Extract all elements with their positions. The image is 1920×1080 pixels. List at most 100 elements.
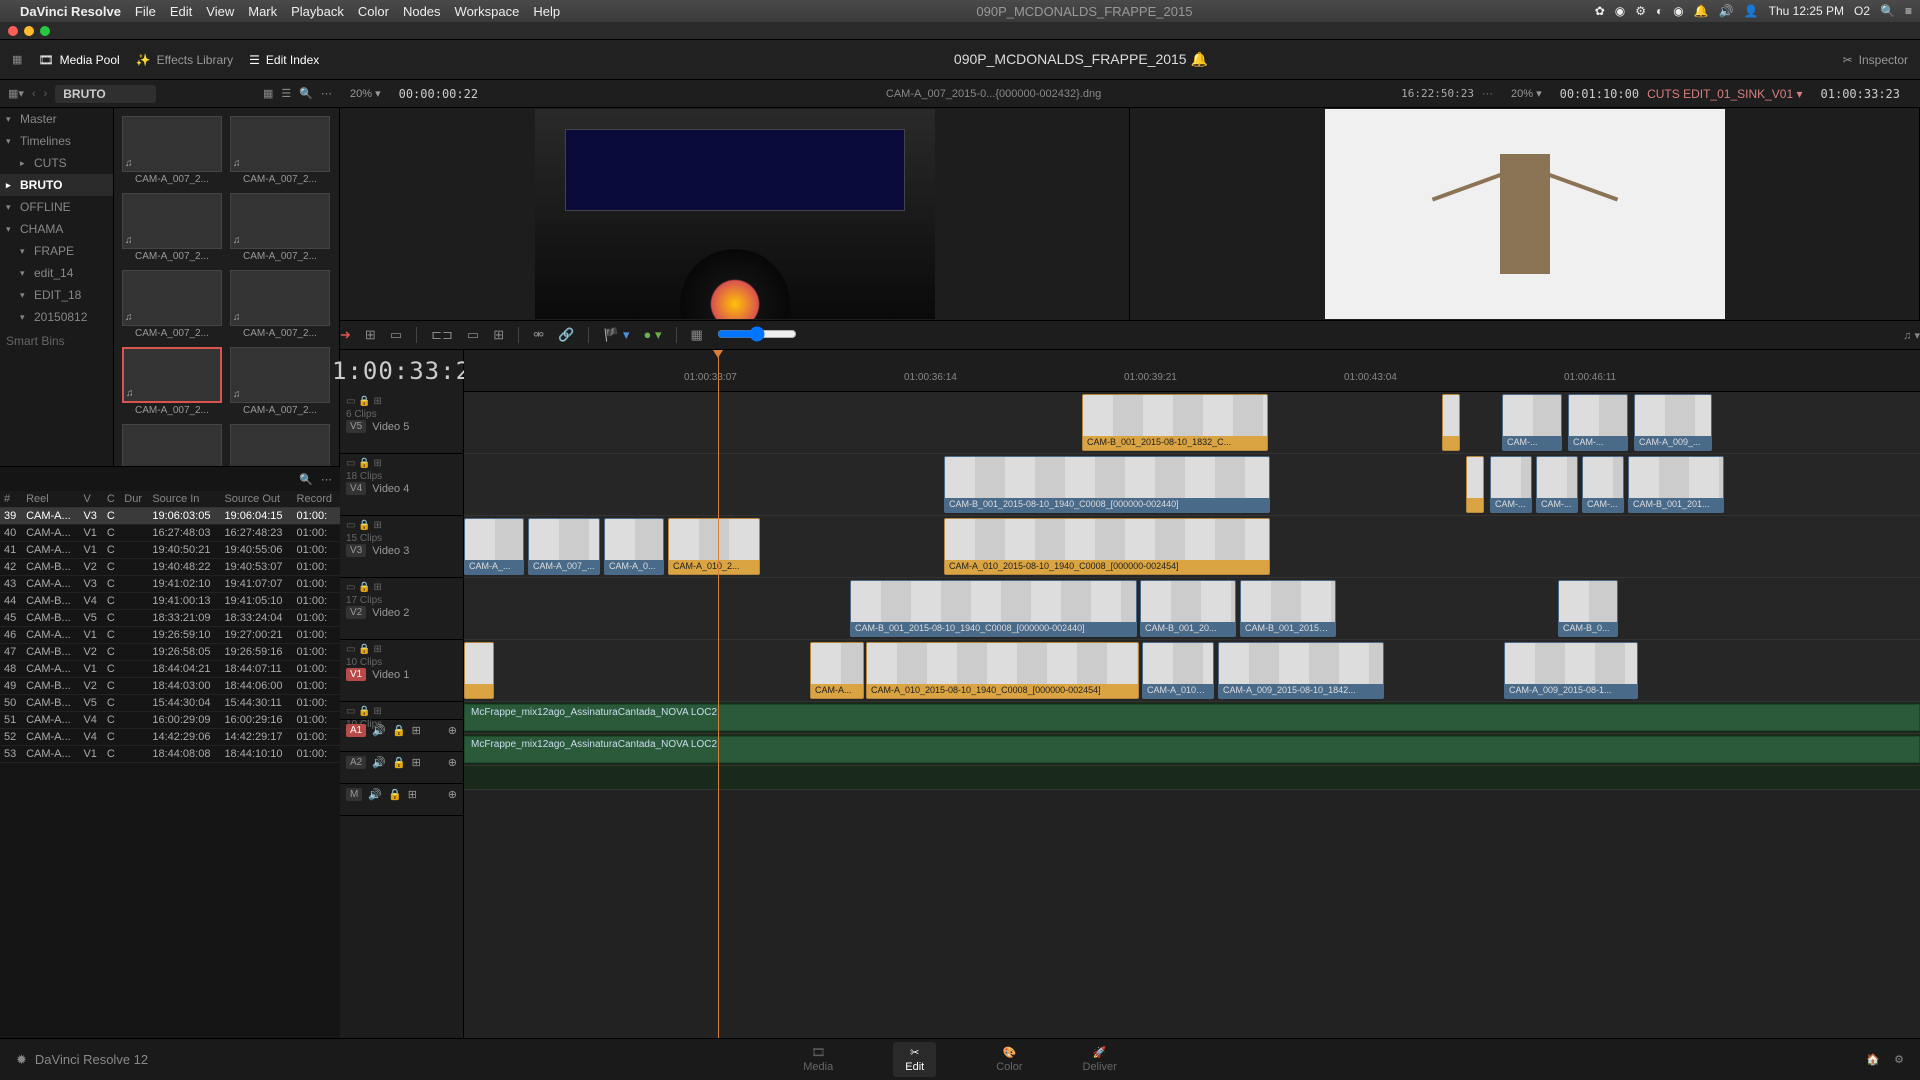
more-icon[interactable]: ⋯ (1474, 87, 1501, 100)
status-icon[interactable]: ◉ (1615, 4, 1625, 18)
edit-index-row[interactable]: 43CAM-A...V3C19:41:02:1019:41:07:0701:00… (0, 576, 340, 593)
edit-index-row[interactable]: 51CAM-A...V4C16:00:29:0916:00:29:1601:00… (0, 712, 340, 729)
user-icon[interactable]: 👤 (1744, 4, 1759, 18)
timeline-clip[interactable]: CAM-... (1502, 394, 1562, 451)
menu-icon[interactable]: ≡ (1905, 4, 1912, 18)
timeline-clip[interactable]: CAM-A_010_2... (668, 518, 760, 575)
replace-icon[interactable]: ⊞ (493, 327, 504, 343)
menu-mark[interactable]: Mark (248, 4, 277, 19)
status-icon[interactable]: ⚙ (1635, 4, 1646, 18)
media-thumb[interactable]: CAM-A_007_2... (230, 347, 330, 416)
edit-index-row[interactable]: 50CAM-B...V5C15:44:30:0415:44:30:1101:00… (0, 695, 340, 712)
track-header[interactable]: ▭ 🔒 ⊞18 ClipsV4Video 4 (340, 454, 463, 516)
status-icon[interactable]: ◉ (1673, 4, 1683, 18)
timeline-clip[interactable]: CAM-... (1536, 456, 1578, 513)
track-header[interactable]: ▭ 🔒 ⊞17 ClipsV2Video 2 (340, 578, 463, 640)
media-thumb[interactable]: CAM-A_007_2... (122, 193, 222, 262)
zoom-left[interactable]: 20% ▾ (340, 87, 391, 100)
edit-index-row[interactable]: 42CAM-B...V2C19:40:48:2219:40:53:0701:00… (0, 559, 340, 576)
page-deliver[interactable]: 🚀Deliver (1083, 1046, 1117, 1073)
edit-index-button[interactable]: ☰ Edit Index (249, 53, 319, 67)
track-header[interactable]: ▭ 🔒 ⊞6 ClipsV5Video 5 (340, 392, 463, 454)
source-viewer[interactable] (340, 108, 1130, 320)
link-icon[interactable]: ⚮ (533, 327, 544, 343)
zoom-right[interactable]: 20% ▾ (1501, 87, 1552, 100)
bin-name[interactable]: BRUTO (55, 85, 155, 103)
page-color[interactable]: 🎨Color (996, 1046, 1022, 1073)
audio-icon[interactable]: ♫ ▾ (1903, 329, 1920, 342)
flag-green-icon[interactable]: ● ▾ (644, 327, 662, 343)
timeline-tracks[interactable]: 01:00:33:0701:00:36:1401:00:39:2101:00:4… (464, 350, 1920, 1038)
search-icon[interactable]: 🔍 (299, 473, 313, 486)
column-header[interactable]: # (0, 491, 22, 508)
playhead[interactable] (718, 350, 719, 1038)
timeline-clip[interactable]: CAM-... (1582, 456, 1624, 513)
zoom-slider[interactable] (717, 326, 797, 342)
nav-fwd[interactable]: › (44, 88, 48, 100)
media-thumb[interactable]: CAM-A_007_2... (122, 116, 222, 185)
audio-track-header[interactable]: M🔊🔒⊞⊕ (340, 784, 463, 816)
flag-blue-icon[interactable]: 🏴 ▾ (603, 327, 629, 343)
battery-label[interactable]: O2 (1854, 4, 1870, 18)
timeline-name[interactable]: CUTS EDIT_01_SINK_V01 ▾ (1647, 87, 1802, 101)
edit-index-row[interactable]: 41CAM-A...V1C19:40:50:2119:40:55:0601:00… (0, 542, 340, 559)
search-icon[interactable]: 🔍 (299, 87, 313, 100)
menu-view[interactable]: View (206, 4, 234, 19)
edit-index-row[interactable]: 53CAM-A...V1C18:44:08:0818:44:10:1001:00… (0, 746, 340, 763)
timeline-clip[interactable]: CAM-B_001_2015-08-10_1940_C0008_[000000-… (850, 580, 1137, 637)
minimize-button[interactable] (24, 26, 34, 36)
timeline-clip[interactable]: CAM-... (1490, 456, 1532, 513)
bin-item[interactable]: ▾OFFLINE (0, 196, 113, 218)
column-header[interactable]: Source In (148, 491, 220, 508)
timeline-clip[interactable]: CAM-A_010_2015-08-10_1940_C0008_[000000-… (944, 518, 1270, 575)
timeline-clip[interactable]: CAM-B_001_201... (1628, 456, 1724, 513)
chain-icon[interactable]: 🔗 (558, 327, 574, 343)
bin-item[interactable]: ▾EDIT_18 (0, 284, 113, 306)
inspector-button[interactable]: ✂ Inspector (1843, 53, 1908, 67)
overwrite-icon[interactable]: ▭ (467, 327, 479, 343)
program-viewer[interactable] (1130, 108, 1920, 320)
timeline-clip[interactable] (1466, 456, 1484, 513)
timeline-clip[interactable]: CAM-B_001_2015-08-10_1832_C... (1082, 394, 1268, 451)
timeline-clip[interactable]: CAM-A_0... (604, 518, 664, 575)
timeline-clip[interactable] (464, 642, 494, 699)
home-icon[interactable]: 🏠 (1866, 1053, 1880, 1066)
panel-icon[interactable]: ▦▾ (8, 87, 24, 100)
insert-icon[interactable]: ⊏⊐ (431, 327, 453, 343)
edit-index-row[interactable]: 45CAM-B...V5C18:33:21:0918:33:24:0401:00… (0, 610, 340, 627)
menu-workspace[interactable]: Workspace (455, 4, 520, 19)
page-media[interactable]: 🎞Media (803, 1046, 833, 1073)
timeline-clip[interactable]: CAM-A_... (464, 518, 524, 575)
list-view-icon[interactable]: ☰ (281, 87, 291, 100)
edit-index-row[interactable]: 48CAM-A...V1C18:44:04:2118:44:07:1101:00… (0, 661, 340, 678)
status-icon[interactable]: ✿ (1595, 4, 1605, 18)
search-icon[interactable]: 🔍 (1880, 4, 1895, 18)
column-header[interactable]: Source Out (220, 491, 292, 508)
maximize-button[interactable] (40, 26, 50, 36)
edit-index-row[interactable]: 49CAM-B...V2C18:44:03:0018:44:06:0001:00… (0, 678, 340, 695)
media-thumb[interactable]: CAM-A_007_2... (230, 116, 330, 185)
trim-tool-icon[interactable]: ⊞ (365, 327, 376, 343)
audio-clip[interactable]: McFrappe_mix12ago_AssinaturaCantada_NOVA… (464, 704, 1920, 731)
media-thumb[interactable]: CAM-A_007_2... (122, 347, 222, 416)
edit-index-row[interactable]: 47CAM-B...V2C19:26:58:0519:26:59:1601:00… (0, 644, 340, 661)
page-edit[interactable]: ✂Edit (893, 1042, 936, 1077)
column-header[interactable]: Record (293, 491, 340, 508)
audio-track-header[interactable]: A2🔊🔒⊞⊕ (340, 752, 463, 784)
column-header[interactable]: Dur (120, 491, 148, 508)
menu-playback[interactable]: Playback (291, 4, 344, 19)
bin-item[interactable]: ▸BRUTO (0, 174, 113, 196)
bin-item[interactable]: ▾20150812 (0, 306, 113, 328)
timeline-clip[interactable]: CAM-B_001_2015-08-10_1842_C00... (1240, 580, 1336, 637)
bin-item[interactable]: ▾CHAMA (0, 218, 113, 240)
media-thumb[interactable]: CAM-A_007_2... (230, 193, 330, 262)
clock[interactable]: Thu 12:25 PM (1769, 4, 1844, 18)
edit-index-row[interactable]: 39CAM-A...V3C19:06:03:0519:06:04:1501:00… (0, 508, 340, 525)
media-thumb[interactable]: CAM-A_007_2... (122, 270, 222, 339)
timeline-clip[interactable]: CAM-B_001_20... (1140, 580, 1236, 637)
timeline-clip[interactable] (1442, 394, 1460, 451)
effects-library-button[interactable]: ✨ Effects Library (136, 53, 233, 67)
more-icon[interactable]: ⋯ (321, 87, 332, 100)
edit-index-row[interactable]: 44CAM-B...V4C19:41:00:1319:41:05:1001:00… (0, 593, 340, 610)
timeline-clip[interactable]: CAM-A_010_2015-08-10_1940_C0008_[000000-… (866, 642, 1139, 699)
